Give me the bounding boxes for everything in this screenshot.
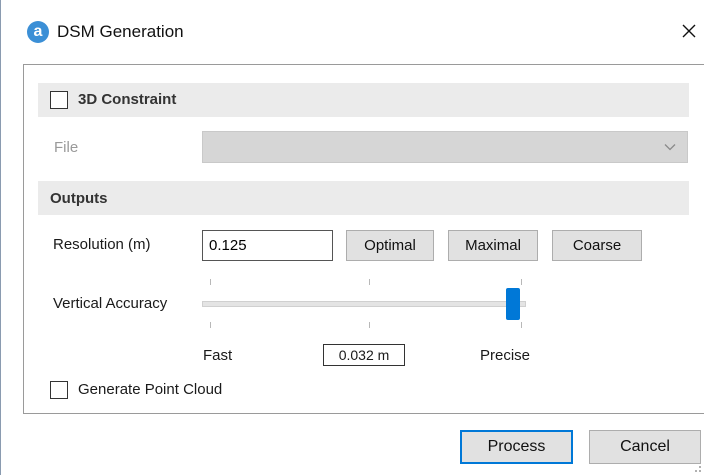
slider-max-label: Precise — [480, 347, 531, 364]
point-cloud-checkbox[interactable] — [50, 381, 68, 399]
slider-tick — [210, 322, 211, 328]
slider-thumb[interactable] — [506, 288, 520, 320]
slider-tick — [521, 322, 522, 328]
app-logo-icon: a — [27, 21, 49, 43]
file-dropdown[interactable] — [202, 131, 688, 163]
optimal-button[interactable]: Optimal — [346, 230, 434, 261]
point-cloud-label: Generate Point Cloud — [78, 381, 223, 398]
slider-tick — [369, 279, 370, 285]
slider-tick — [369, 322, 370, 328]
settings-panel: 3D Constraint File Outputs Resolution (m… — [23, 64, 704, 414]
vertical-accuracy-value: 0.032 m — [323, 344, 405, 366]
maximal-button[interactable]: Maximal — [448, 230, 538, 261]
process-button[interactable]: Process — [460, 430, 573, 464]
dialog-title: DSM Generation — [57, 22, 184, 41]
constraint-checkbox[interactable] — [50, 91, 68, 109]
slider-tick — [210, 279, 211, 285]
cancel-button[interactable]: Cancel — [589, 430, 701, 464]
resolution-label: Resolution (m) — [53, 236, 151, 253]
resize-grip-icon[interactable] — [690, 461, 702, 473]
title-bar[interactable]: a DSM Generation — [1, 0, 704, 64]
close-icon — [682, 24, 696, 38]
slider-tick — [521, 279, 522, 285]
outputs-section-header — [38, 181, 689, 215]
constraint-label: 3D Constraint — [78, 91, 177, 108]
vertical-accuracy-label: Vertical Accuracy — [53, 295, 168, 312]
outputs-label: Outputs — [50, 190, 108, 207]
vertical-accuracy-slider[interactable] — [202, 301, 526, 307]
file-label: File — [54, 139, 79, 156]
close-button[interactable] — [675, 16, 703, 46]
resolution-input[interactable] — [202, 230, 333, 261]
coarse-button[interactable]: Coarse — [552, 230, 642, 261]
chevron-down-icon — [664, 144, 676, 151]
slider-fill — [203, 302, 525, 306]
slider-min-label: Fast — [203, 347, 233, 364]
dsm-generation-dialog: a DSM Generation 3D Constraint File Outp… — [0, 0, 704, 475]
